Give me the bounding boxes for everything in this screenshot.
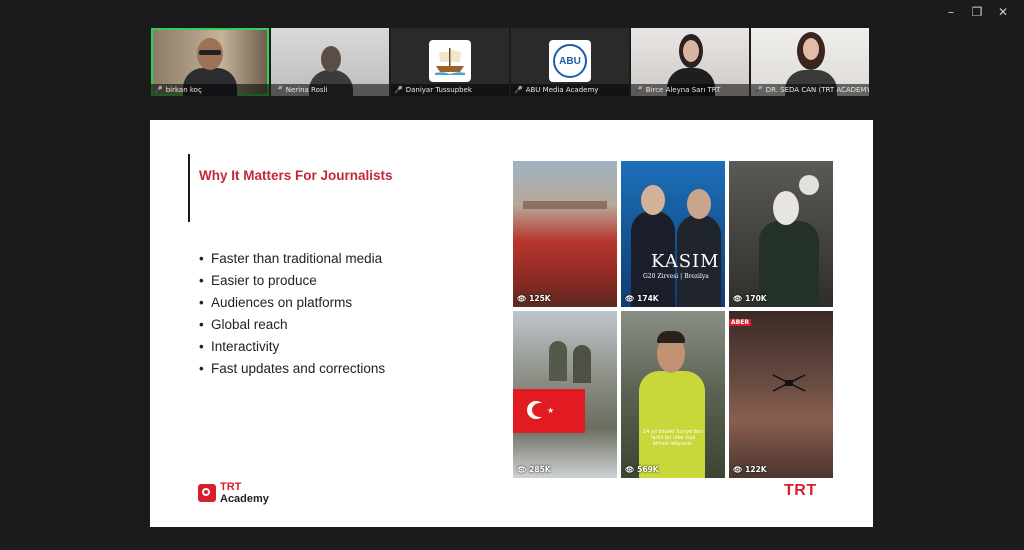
participant-name: Daniyar Tussupbek xyxy=(405,86,472,94)
window-controls: – ❐ ✕ xyxy=(938,2,1016,22)
title-accent-bar xyxy=(188,154,190,222)
abu-logo: ABU xyxy=(549,40,591,82)
video-thumbnail[interactable]: KASIM G20 Zirvesi | Brezilya 👁 174K xyxy=(621,161,725,307)
mic-muted-icon: 🎤 xyxy=(274,86,283,94)
video-thumbnail[interactable]: 14 yıl önceki Suriye'den farklı bir ülke… xyxy=(621,311,725,478)
bullet-item: • Faster than traditional media xyxy=(199,251,383,266)
news-badge: ABER xyxy=(729,319,751,326)
video-thumbnail[interactable]: 👁 125K xyxy=(513,161,617,307)
minimize-button[interactable]: – xyxy=(938,2,964,22)
view-count: 👁 125K xyxy=(517,294,551,303)
mic-muted-icon: 🎤 xyxy=(514,86,523,94)
video-grid: 👁 125K KASIM G20 Zirvesi | Brezilya 👁 17… xyxy=(513,161,833,478)
view-count: 👁 285K xyxy=(517,465,551,474)
logo-line1: TRT xyxy=(220,481,242,493)
participant-name-bar: 🎤 ABU Media Academy xyxy=(511,84,629,96)
participant-strip: 🎤 birkan koç 🎤 Nerina Rosli 🎤 Daniyar Tussu… xyxy=(151,28,873,98)
close-button[interactable]: ✕ xyxy=(990,2,1016,22)
participant-tile[interactable]: ABU 🎤 ABU Media Academy xyxy=(511,28,629,96)
bullet-text: Fast updates and corrections xyxy=(211,361,386,376)
view-count: 👁 174K xyxy=(625,294,659,303)
participant-tile[interactable]: 🎤 Birce Aleyna Sarı TRT xyxy=(631,28,749,96)
participant-name: ABU Media Academy xyxy=(525,86,599,94)
video-caption: 14 yıl önceki Suriye'den farklı bir ülke… xyxy=(643,429,703,447)
trt-logo: TRT xyxy=(784,482,817,499)
participant-name-bar: 🎤 Nerina Rosli xyxy=(271,84,389,96)
participant-name: Birce Aleyna Sarı TRT xyxy=(645,86,721,94)
participant-name: Nerina Rosli xyxy=(285,86,328,94)
participant-tile[interactable]: 🎤 DR. SEDA CAN (TRT ACADEMY) xyxy=(751,28,869,96)
video-thumbnail[interactable]: ★ 👁 285K xyxy=(513,311,617,478)
ship-avatar xyxy=(429,40,471,82)
bullet-text: Easier to produce xyxy=(211,273,317,288)
bullet-text: Audiences on platforms xyxy=(211,295,353,310)
bullet-item: • Interactivity xyxy=(199,339,280,354)
bullet-item: • Easier to produce xyxy=(199,273,317,288)
slide-title: Why It Matters For Journalists xyxy=(199,168,393,183)
trt-academy-logo: TRT Academy xyxy=(198,481,269,505)
bullet-list: • Faster than traditional media • Easier t… xyxy=(199,248,385,380)
bullet-text: Faster than traditional media xyxy=(211,251,383,266)
view-count: 👁 122K xyxy=(733,465,767,474)
bullet-text: Interactivity xyxy=(211,339,280,354)
trt-logo-icon xyxy=(198,484,216,502)
video-thumbnail[interactable]: 👁 170K xyxy=(729,161,833,307)
bullet-item: • Audiences on platforms xyxy=(199,295,353,310)
logo-line2: Academy xyxy=(220,493,269,505)
abu-logo-text: ABU xyxy=(553,44,587,78)
participant-name-bar: 🎤 Daniyar Tussupbek xyxy=(391,84,509,96)
drone-icon xyxy=(772,374,806,392)
participant-tile[interactable]: 🎤 Daniyar Tussupbek xyxy=(391,28,509,96)
bullet-text: Global reach xyxy=(211,317,288,332)
mic-muted-icon: 🎤 xyxy=(634,86,643,94)
bullet-item: • Global reach xyxy=(199,317,288,332)
participant-tile[interactable]: 🎤 Nerina Rosli xyxy=(271,28,389,96)
mic-muted-icon: 🎤 xyxy=(754,86,763,94)
bullet-item: • Fast updates and corrections xyxy=(199,361,386,376)
participant-name: birkan koç xyxy=(165,86,202,94)
participant-name: DR. SEDA CAN (TRT ACADEMY) xyxy=(765,86,869,94)
view-count: 👁 569K xyxy=(625,465,659,474)
mic-muted-icon: 🎤 xyxy=(394,86,403,94)
participant-name-bar: 🎤 DR. SEDA CAN (TRT ACADEMY) xyxy=(751,84,869,96)
shared-slide: Why It Matters For Journalists • Faster t… xyxy=(150,120,873,527)
restore-button[interactable]: ❐ xyxy=(964,2,990,22)
view-count: 👁 170K xyxy=(733,294,767,303)
video-overlay-subtitle: G20 Zirvesi | Brezilya xyxy=(643,273,709,280)
mic-icon: 🎤 xyxy=(154,86,163,94)
ship-icon xyxy=(435,48,465,75)
video-overlay-title: KASIM xyxy=(651,251,720,272)
participant-name-bar: 🎤 Birce Aleyna Sarı TRT xyxy=(631,84,749,96)
participant-name-bar: 🎤 birkan koç xyxy=(151,84,269,96)
participant-tile[interactable]: 🎤 birkan koç xyxy=(151,28,269,96)
video-thumbnail[interactable]: ABER 👁 122K xyxy=(729,311,833,478)
